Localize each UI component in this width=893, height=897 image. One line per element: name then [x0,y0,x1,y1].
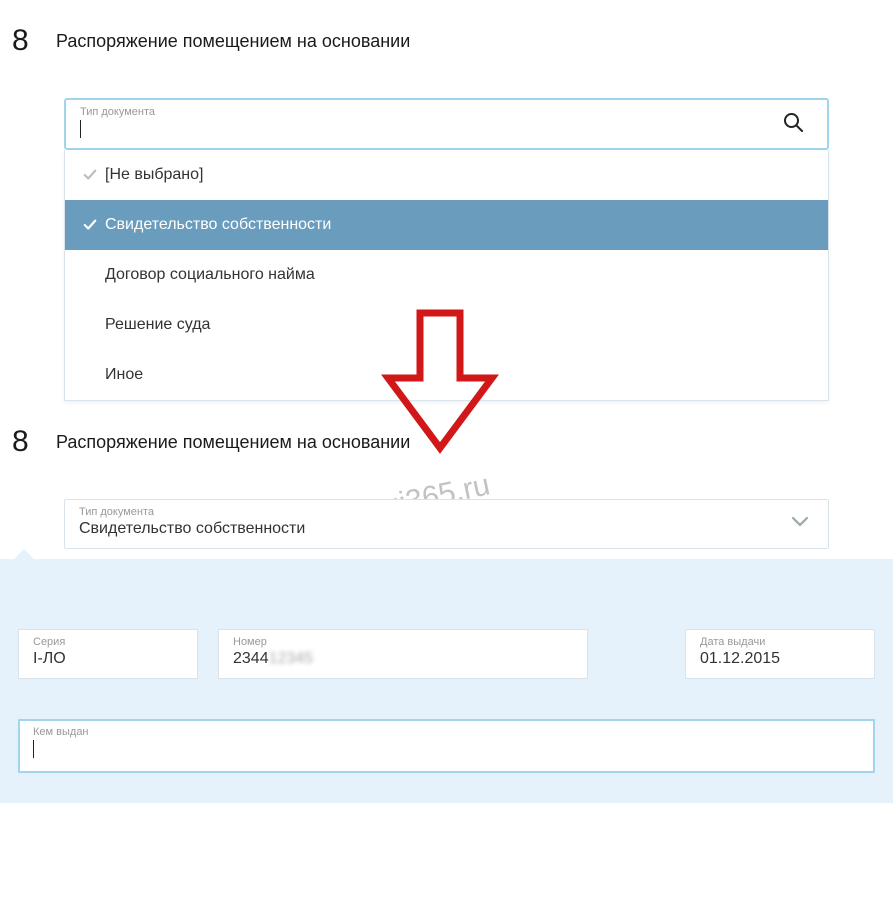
step-header: 8 Распоряжение помещением на основании [0,0,893,70]
doc-type-dropdown: [Не выбрано] Свидетельство собственности… [64,150,829,401]
form-area-bottom: Тип документа Свидетельство собственност… [0,499,893,549]
series-value: I-ЛО [33,650,183,668]
series-label: Серия [33,636,183,648]
dropdown-item-label: Решение суда [83,316,210,334]
dropdown-item-label: [Не выбрано] [105,166,203,184]
issued-by-label: Кем выдан [33,726,860,738]
check-icon [83,168,105,182]
step-title: Распоряжение помещением на основании [56,432,410,453]
document-details-panel: Серия I-ЛО Номер 234412345 Дата выдачи 0… [0,559,893,803]
section-disposal-bottom: 8 Распоряжение помещением на основании Т… [0,401,893,803]
number-value: 234412345 [233,650,573,668]
step-header: 8 Распоряжение помещением на основании [0,401,893,471]
issue-date-value: 01.12.2015 [700,650,860,668]
step-title: Распоряжение помещением на основании [56,31,410,52]
select-value: Свидетельство собственности [79,520,788,538]
combobox-input[interactable] [80,120,773,138]
step-number: 8 [12,425,56,459]
number-label: Номер [233,636,573,648]
dropdown-item-social-rent[interactable]: Договор социального найма [65,250,828,300]
doc-type-combobox[interactable]: Тип документа [64,98,829,150]
dropdown-item-other[interactable]: Иное [65,350,828,400]
select-label: Тип документа [79,506,788,518]
search-icon[interactable] [773,110,813,134]
dropdown-item-label: Свидетельство собственности [105,216,331,234]
doc-type-select[interactable]: Тип документа Свидетельство собственност… [64,499,829,549]
dropdown-item-label: Иное [83,366,143,384]
dropdown-item-ownership[interactable]: Свидетельство собственности [65,200,828,250]
issue-date-field[interactable]: Дата выдачи 01.12.2015 [685,629,875,679]
section-disposal-top: 8 Распоряжение помещением на основании Т… [0,0,893,401]
issue-date-label: Дата выдачи [700,636,860,648]
form-area-top: Тип документа [Не выбрано] [0,98,893,401]
dropdown-item-court[interactable]: Решение суда [65,300,828,350]
check-icon [83,218,105,232]
combobox-label: Тип документа [80,106,773,118]
chevron-down-icon [788,516,812,528]
step-number: 8 [12,24,56,58]
issued-by-field[interactable]: Кем выдан [18,719,875,773]
dropdown-item-label: Договор социального найма [83,266,315,284]
number-field[interactable]: Номер 234412345 [218,629,588,679]
series-field[interactable]: Серия I-ЛО [18,629,198,679]
issued-by-value [33,740,860,758]
dropdown-item-none[interactable]: [Не выбрано] [65,150,828,200]
